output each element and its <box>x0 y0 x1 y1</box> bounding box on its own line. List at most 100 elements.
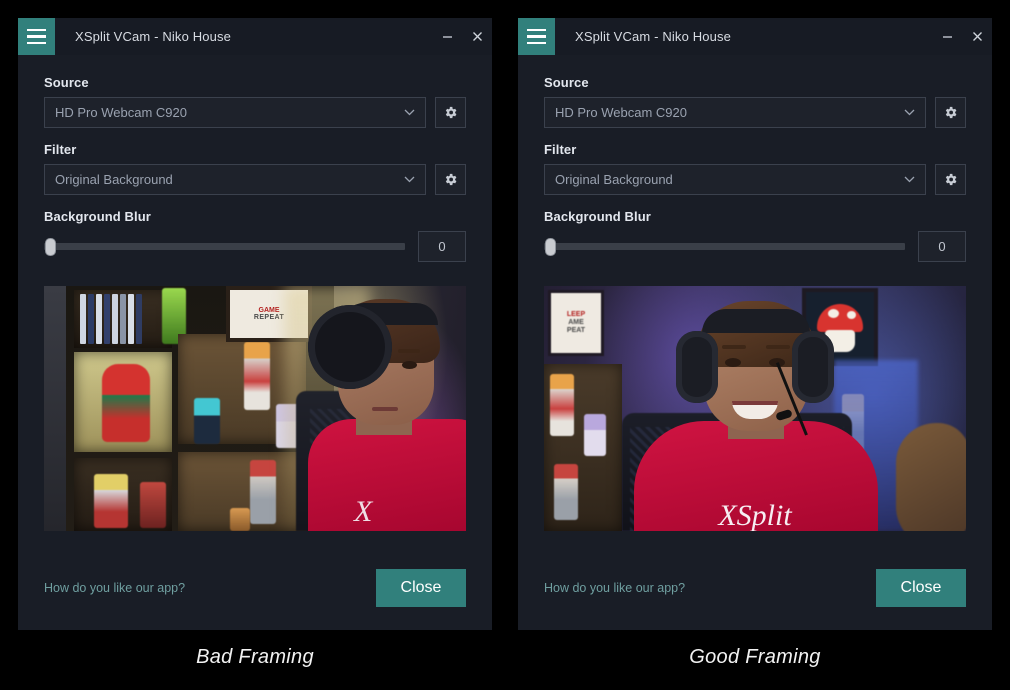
hamburger-icon[interactable] <box>518 18 555 55</box>
source-row: HD Pro Webcam C920 <box>544 97 966 128</box>
poster-line-2: REPEAT <box>254 314 284 321</box>
poster-line-1: GAME <box>259 307 280 314</box>
background-blur-row: 0 <box>44 231 466 262</box>
background-blur-label: Background Blur <box>544 209 966 224</box>
figurine <box>250 460 276 524</box>
slider-thumb[interactable] <box>45 238 56 256</box>
footer: How do you like our app? Close <box>18 545 492 630</box>
titlebar: XSplit VCam - Niko House <box>518 18 992 55</box>
window-controls <box>432 18 492 55</box>
mouth-neutral <box>372 407 398 411</box>
subject-person: X <box>302 286 466 531</box>
screenshot-stage: XSplit VCam - Niko House Source HD Pro W… <box>0 0 1010 690</box>
source-select[interactable]: HD Pro Webcam C920 <box>544 97 926 128</box>
hamburger-bar <box>527 29 546 32</box>
wall-edge <box>44 286 66 531</box>
minimize-icon[interactable] <box>932 18 962 55</box>
window-body: Source HD Pro Webcam C920 Filter Origina… <box>518 55 992 531</box>
slider-track <box>44 243 405 250</box>
eye <box>402 361 417 369</box>
caption-bad-framing: Bad Framing <box>18 646 492 669</box>
filter-settings-button[interactable] <box>935 164 966 195</box>
figurine-deadpool <box>102 364 150 442</box>
headphone-earcup <box>676 331 718 403</box>
vcam-window-good-framing: XSplit VCam - Niko House Source HD Pro W… <box>518 18 992 630</box>
preview-scene: GAME REPEAT X <box>44 286 466 531</box>
hamburger-icon[interactable] <box>18 18 55 55</box>
chevron-down-icon <box>404 109 415 116</box>
headphone-earcup <box>308 305 392 389</box>
caption-good-framing: Good Framing <box>518 646 992 669</box>
guitar <box>896 423 966 531</box>
filter-row: Original Background <box>44 164 466 195</box>
background-blur-value-input[interactable]: 0 <box>918 231 966 262</box>
minimize-icon[interactable] <box>432 18 462 55</box>
eyebrow <box>722 345 746 349</box>
eye <box>725 358 741 367</box>
background-blur-slider[interactable] <box>544 236 905 258</box>
shirt-logo: XSplit <box>718 499 791 531</box>
filter-select[interactable]: Original Background <box>544 164 926 195</box>
wall-poster: LEEP AME PEAT <box>548 290 604 356</box>
figurine <box>584 414 606 456</box>
close-button[interactable]: Close <box>876 569 966 607</box>
figurine-miku <box>194 398 220 444</box>
hamburger-bar <box>27 35 46 38</box>
books <box>80 294 142 344</box>
shirt-logo: X <box>354 495 372 529</box>
close-button[interactable]: Close <box>376 569 466 607</box>
headphone-band <box>702 309 810 333</box>
filter-select-value: Original Background <box>55 172 404 187</box>
eyebrow <box>766 345 790 349</box>
preview-scene: LEEP AME PEAT <box>544 286 966 531</box>
chevron-down-icon <box>404 176 415 183</box>
subject-person: XSplit <box>610 286 900 531</box>
source-settings-button[interactable] <box>935 97 966 128</box>
hamburger-bar <box>527 42 546 45</box>
hamburger-bar <box>527 35 546 38</box>
figurine <box>140 482 166 528</box>
window-title: XSplit VCam - Niko House <box>75 29 231 44</box>
video-preview-bad-framing: GAME REPEAT X <box>44 286 466 531</box>
figurine <box>554 464 578 520</box>
vcam-window-bad-framing: XSplit VCam - Niko House Source HD Pro W… <box>18 18 492 630</box>
filter-select-value: Original Background <box>555 172 904 187</box>
filter-select[interactable]: Original Background <box>44 164 426 195</box>
red-shirt <box>308 419 466 531</box>
footer: How do you like our app? Close <box>518 545 992 630</box>
source-select-value: HD Pro Webcam C920 <box>555 105 904 120</box>
feedback-link[interactable]: How do you like our app? <box>544 581 685 595</box>
window-title: XSplit VCam - Niko House <box>575 29 731 44</box>
headphone-earcup <box>792 331 834 403</box>
background-blur-label: Background Blur <box>44 209 466 224</box>
source-settings-button[interactable] <box>435 97 466 128</box>
close-icon[interactable] <box>462 18 492 55</box>
figurine <box>94 474 128 528</box>
figurine <box>550 374 574 436</box>
poster-line-3: PEAT <box>567 327 585 335</box>
hamburger-bar <box>27 42 46 45</box>
background-blur-value-input[interactable]: 0 <box>418 231 466 262</box>
hamburger-bar <box>27 29 46 32</box>
close-icon[interactable] <box>962 18 992 55</box>
background-blur-row: 0 <box>544 231 966 262</box>
slider-thumb[interactable] <box>545 238 556 256</box>
poster-line-1: LEEP <box>567 311 585 319</box>
feedback-link[interactable]: How do you like our app? <box>44 581 185 595</box>
titlebar: XSplit VCam - Niko House <box>18 18 492 55</box>
filter-settings-button[interactable] <box>435 164 466 195</box>
source-label: Source <box>544 75 966 90</box>
figurine <box>230 508 250 531</box>
source-row: HD Pro Webcam C920 <box>44 97 466 128</box>
eyebrow <box>398 349 420 353</box>
filter-label: Filter <box>44 142 466 157</box>
slider-track <box>544 243 905 250</box>
video-preview-good-framing: LEEP AME PEAT <box>544 286 966 531</box>
poster-line-2: AME <box>568 319 584 327</box>
source-select-value: HD Pro Webcam C920 <box>55 105 404 120</box>
window-body: Source HD Pro Webcam C920 Filter Origina… <box>18 55 492 531</box>
source-select[interactable]: HD Pro Webcam C920 <box>44 97 426 128</box>
chevron-down-icon <box>904 176 915 183</box>
background-blur-slider[interactable] <box>44 236 405 258</box>
source-label: Source <box>44 75 466 90</box>
